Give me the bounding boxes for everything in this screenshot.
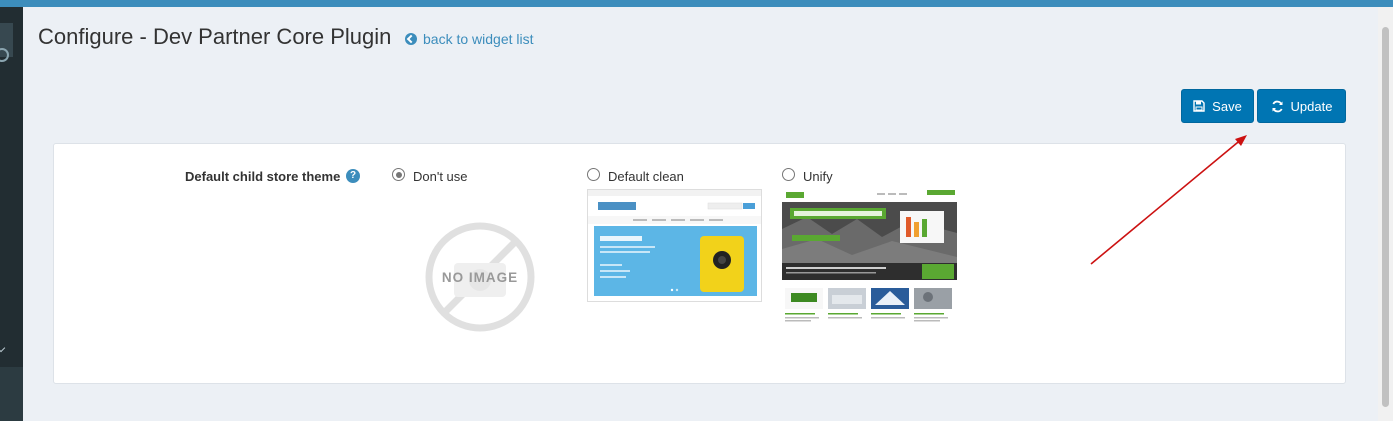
unify-theme-preview[interactable] [782, 189, 957, 329]
annotation-arrow [1090, 135, 1247, 265]
unify-preview-image [782, 189, 957, 322]
sidebar [0, 7, 23, 421]
page-title: Configure - Dev Partner Core Plugin [38, 24, 392, 49]
chevron-down-icon[interactable] [0, 343, 6, 353]
search-icon [0, 48, 9, 62]
no-image-placeholder: NO IMAGE [425, 222, 535, 332]
radio-dont-use[interactable] [392, 168, 405, 181]
radio-label-default-clean[interactable]: Default clean [608, 169, 684, 184]
radio-default-clean[interactable] [587, 168, 600, 181]
page-scrollbar[interactable] [1378, 7, 1393, 421]
radio-unify[interactable] [782, 168, 795, 181]
sidebar-active-item[interactable] [0, 367, 23, 421]
arrow-circle-left-icon [405, 33, 417, 45]
radio-label-dont-use[interactable]: Don't use [413, 169, 468, 184]
sidebar-search-button[interactable] [0, 23, 13, 62]
top-header-bar [0, 0, 1393, 7]
back-link-label: back to widget list [423, 31, 534, 47]
floppy-disk-icon [1193, 100, 1205, 112]
save-button-label: Save [1212, 98, 1242, 114]
scrollbar-thumb[interactable] [1382, 27, 1389, 407]
svg-text:NO IMAGE: NO IMAGE [442, 270, 518, 285]
question-circle-icon[interactable]: ? [346, 169, 360, 183]
default-child-store-theme-label: Default child store theme [185, 169, 341, 184]
update-button[interactable]: Update [1257, 89, 1346, 123]
back-to-widget-list-link[interactable]: back to widget list [405, 31, 534, 47]
refresh-icon [1272, 100, 1283, 112]
radio-label-unify[interactable]: Unify [803, 169, 833, 184]
save-button[interactable]: Save [1181, 89, 1254, 123]
update-button-label: Update [1290, 98, 1333, 114]
default-clean-preview-image [588, 190, 761, 296]
default-clean-theme-preview[interactable] [587, 189, 762, 302]
